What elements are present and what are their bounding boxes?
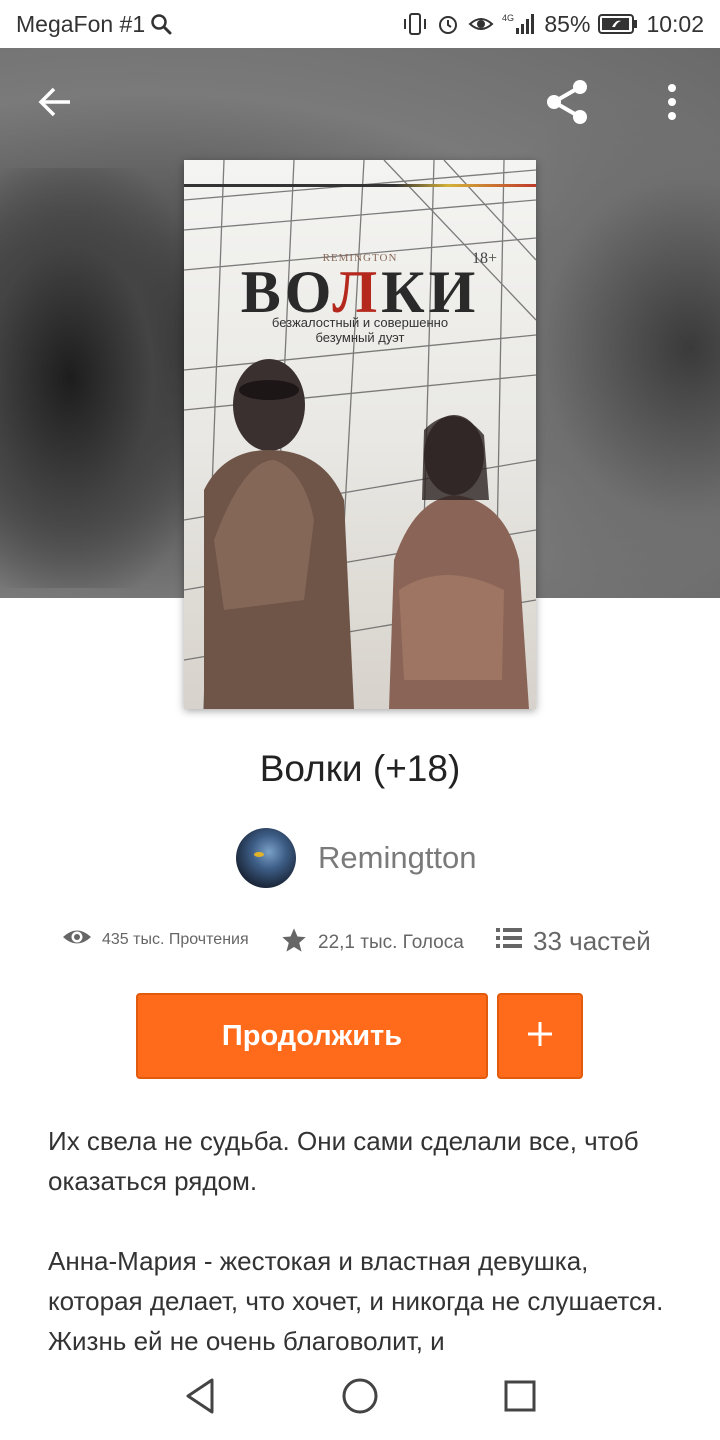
cover-accent-line — [184, 184, 536, 187]
author-name[interactable]: Remingtton — [318, 840, 477, 876]
back-button[interactable] — [28, 76, 84, 132]
description-paragraph: Анна-Мария - жестокая и властная девушка… — [48, 1246, 664, 1356]
cover-subtitle: безжалостный и совершенно безумный дуэт — [184, 315, 536, 345]
nav-back-button[interactable] — [178, 1376, 222, 1420]
eye-icon — [62, 926, 92, 953]
cover-grid-artwork — [184, 160, 536, 709]
square-recents-icon — [502, 1378, 538, 1419]
system-nav-bar — [0, 1356, 720, 1440]
stat-reads: 435 тыс. Прочтения — [62, 926, 249, 953]
share-button[interactable] — [540, 76, 596, 132]
stat-parts[interactable]: 33 частей — [495, 926, 651, 957]
book-title: Волки (+18) — [259, 748, 461, 789]
alarm-icon — [436, 12, 460, 36]
share-icon — [542, 76, 594, 133]
nav-home-button[interactable] — [338, 1376, 382, 1420]
more-vertical-icon — [664, 82, 680, 127]
cover-subtitle-line: безумный дуэт — [315, 330, 405, 345]
add-to-library-button[interactable] — [497, 993, 583, 1079]
parts-count[interactable]: 33 частей — [533, 926, 651, 957]
carrier-name: MegaFon #1 — [16, 10, 146, 37]
battery-percent: 85% — [544, 10, 591, 37]
vibrate-icon — [402, 12, 428, 36]
plus-icon — [525, 1019, 555, 1054]
battery-icon — [598, 13, 638, 35]
status-bar: MegaFon #1 4G 85% 10:02 — [0, 0, 720, 48]
clock: 10:02 — [646, 10, 704, 37]
more-options-button[interactable] — [644, 76, 700, 132]
svg-text:4G: 4G — [502, 13, 514, 23]
nav-recents-button[interactable] — [498, 1376, 542, 1420]
stat-votes: 22,1 тыс. Голоса — [280, 926, 464, 960]
author-avatar[interactable] — [236, 828, 296, 888]
search-icon — [149, 12, 173, 36]
author-link[interactable]: Remingtton — [236, 828, 477, 888]
triangle-back-icon — [182, 1376, 218, 1421]
list-icon — [495, 926, 523, 957]
cover-subtitle-line: безжалостный и совершенно — [271, 315, 449, 330]
star-icon — [280, 926, 308, 960]
book-stats: 435 тыс. Прочтения 22,1 тыс. Голоса 33 ч… — [0, 920, 720, 966]
votes-count: 22,1 тыс. Голоса — [318, 932, 464, 953]
status-left: MegaFon #1 — [16, 11, 173, 38]
circle-home-icon — [340, 1376, 380, 1421]
description-paragraph: Их свела не судьба. Они сами сделали все… — [48, 1126, 639, 1196]
status-right: 4G 85% 10:02 — [402, 11, 704, 38]
book-cover[interactable]: REMINGTON 18+ ВОЛКИ безжалостный и совер… — [184, 160, 536, 709]
signal-icon: 4G — [502, 12, 536, 36]
continue-reading-button[interactable]: Продолжить — [136, 993, 488, 1079]
reads-count: 435 тыс. Прочтения — [102, 930, 249, 948]
arrow-left-icon — [36, 82, 76, 127]
eye-comfort-icon — [468, 13, 494, 35]
